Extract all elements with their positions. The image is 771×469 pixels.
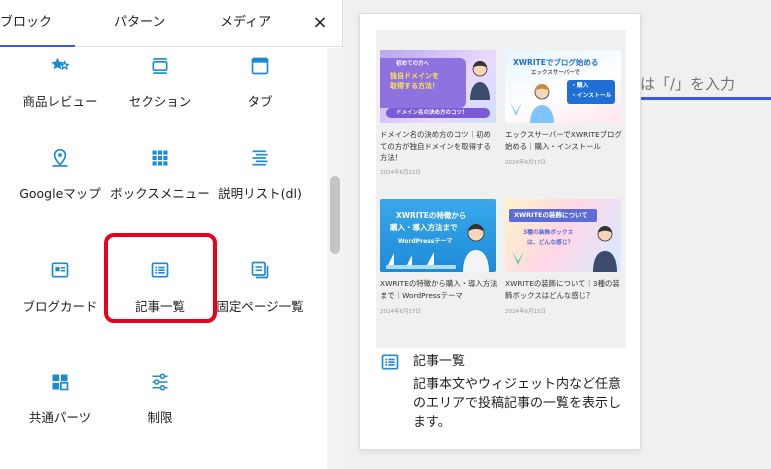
person-illustration-icon xyxy=(593,226,617,272)
inserter-scrollbar[interactable] xyxy=(327,48,343,469)
block-label: ボックスメニュー xyxy=(110,186,210,201)
post-title: XWRITEの特徴から購入・導入方法まで｜WordPressテーマ xyxy=(380,279,498,300)
map-pin-icon xyxy=(52,148,68,167)
description-list-icon xyxy=(252,150,268,166)
inserter-tabs: ブロック パターン メディア × xyxy=(0,0,343,47)
person-illustration-icon xyxy=(470,61,490,100)
block-item-post-list[interactable]: 記事一覧 xyxy=(107,248,213,334)
block-item-tab[interactable]: タブ xyxy=(207,48,313,130)
block-description: 記事本文やウィジェット内など任意のエリアで投稿記事の一覧を表示します。 xyxy=(413,377,622,430)
block-label: 共通パーツ xyxy=(28,410,92,425)
block-label: セクション xyxy=(128,94,192,109)
xwrite-logo-icon xyxy=(510,102,522,116)
block-label: タブ xyxy=(247,94,273,109)
post-thumbnail: XWRITEでブログ始める エックスサーバーで ・購入 ・インストール xyxy=(505,50,621,123)
block-label: 商品レビュー xyxy=(22,94,98,109)
parts-icon xyxy=(52,374,69,391)
block-description-card: 記事一覧 記事本文やウィジェット内など任意のエリアで投稿記事の一覧を表示します。 xyxy=(376,352,626,442)
block-label: ブログカード xyxy=(22,299,98,314)
block-item-box-menu[interactable]: ボックスメニュー xyxy=(107,136,213,226)
block-title: 記事一覧 xyxy=(413,354,466,369)
block-item-restriction[interactable]: 制限 xyxy=(107,360,213,440)
post-date: 2024年6月22日 xyxy=(380,170,421,176)
tab-patterns[interactable]: パターン xyxy=(114,0,165,46)
post-list-icon xyxy=(151,262,169,278)
block-preview-popover: 初めての方へ 独自ドメインを 取得する方法！ ドメイン名の決め方のコツ！ ドメイ… xyxy=(359,13,641,450)
post-thumbnail: 初めての方へ 独自ドメインを 取得する方法！ ドメイン名の決め方のコツ！ xyxy=(380,50,496,123)
block-label: 固定ページ一覧 xyxy=(216,299,304,314)
post-date: 2024年6月17日 xyxy=(505,160,546,166)
block-label: 説明リスト(dl) xyxy=(218,186,302,201)
sailboats-icon xyxy=(386,252,456,269)
grid-icon xyxy=(152,150,168,166)
post-title: エックスサーバーでXWRITEブログ始める｜購入・インストール xyxy=(505,130,622,151)
editor-focus-line xyxy=(640,97,771,100)
editor-placeholder[interactable]: は「/」を入力 xyxy=(640,73,735,94)
post-date: 2024年6月15日 xyxy=(505,309,546,315)
post-title: XWRITEの装飾について｜3種の装飾ボックスはどんな感じ？ xyxy=(505,279,620,300)
close-icon[interactable]: × xyxy=(308,11,332,35)
block-inserter-panel: ブロック パターン メディア × 商品レビュー セクション タブ Googleマ… xyxy=(0,0,343,469)
section-icon xyxy=(152,58,168,74)
stars-icon xyxy=(51,57,70,70)
post-thumbnail: XWRITEの特徴から 購入・導入方法まで WordPressテーマ xyxy=(380,199,496,272)
page-list-icon xyxy=(251,261,269,279)
person-illustration-icon xyxy=(463,224,489,272)
block-item-page-list[interactable]: 固定ページ一覧 xyxy=(207,248,313,334)
block-item-blog-card[interactable]: ブログカード xyxy=(7,248,113,334)
post-thumbnail: XWRITEの装飾について 3種の装飾ボックス は、どんな感じ？ xyxy=(505,199,621,272)
block-item-product-review[interactable]: 商品レビュー xyxy=(7,48,113,130)
tab-icon xyxy=(251,57,269,75)
block-item-common-parts[interactable]: 共通パーツ xyxy=(7,360,113,440)
blog-card-icon xyxy=(51,262,69,278)
block-item-description-list[interactable]: 説明リスト(dl) xyxy=(207,136,313,226)
block-item-google-map[interactable]: Googleマップ xyxy=(7,136,113,226)
sliders-icon xyxy=(152,373,168,391)
xwrite-logo-icon xyxy=(512,251,524,265)
post-date: 2024年6月17日 xyxy=(380,309,421,315)
post-list-icon xyxy=(381,354,399,370)
post-title: ドメイン名の決め方のコツ｜初めての方が独自ドメインを取得する方法！ xyxy=(380,130,491,162)
block-label: 制限 xyxy=(147,410,173,425)
tab-media[interactable]: メディア xyxy=(220,0,271,46)
scrollbar-thumb[interactable] xyxy=(330,176,340,254)
block-label: Googleマップ xyxy=(19,186,101,201)
block-grid: 商品レビュー セクション タブ Googleマップ ボックスメニュー 説明リスト… xyxy=(0,48,326,469)
person-illustration-icon xyxy=(530,84,554,123)
post-list-preview: 初めての方へ 独自ドメインを 取得する方法！ ドメイン名の決め方のコツ！ ドメイ… xyxy=(376,30,626,348)
block-label: 記事一覧 xyxy=(134,299,185,314)
tab-blocks[interactable]: ブロック xyxy=(0,0,76,47)
block-item-section[interactable]: セクション xyxy=(107,48,213,130)
